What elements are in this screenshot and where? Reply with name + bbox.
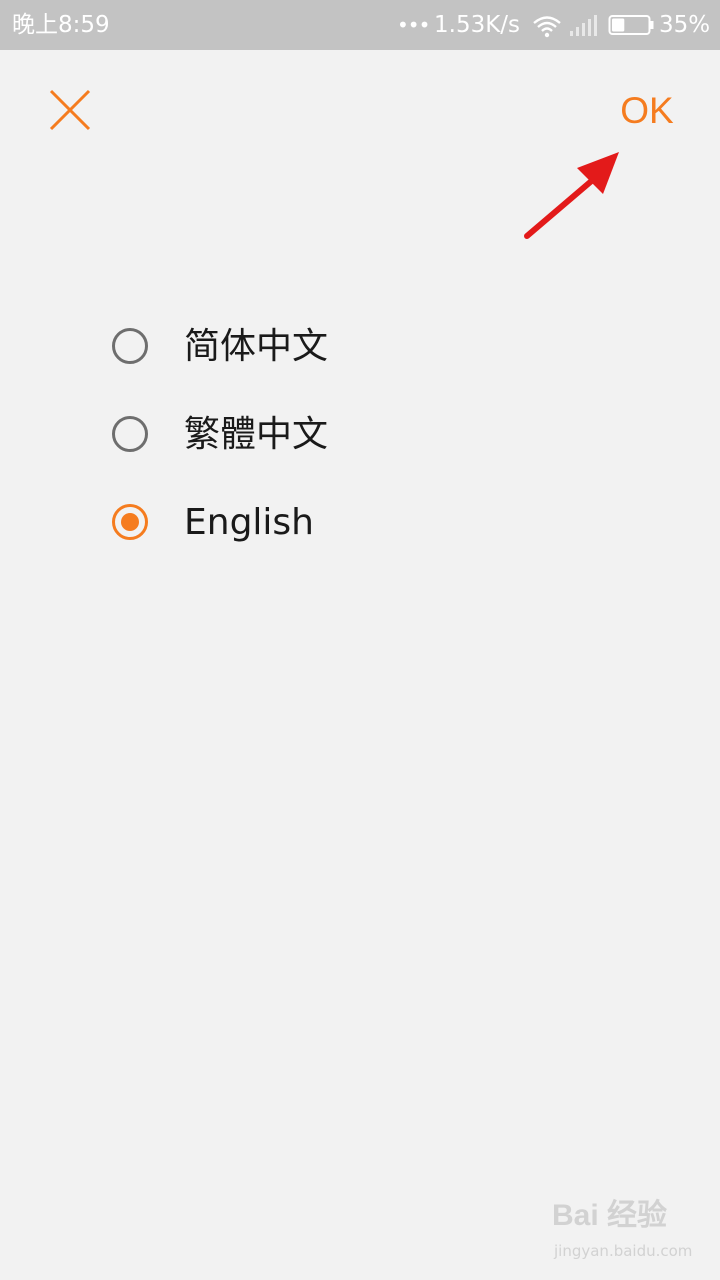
more-dots-icon: ••• [397, 13, 430, 37]
battery-percent: 35% [659, 12, 711, 38]
status-bar: 晚上8:59 ••• 1.53K/s 35% [0, 0, 720, 50]
language-option-english[interactable]: English [108, 492, 528, 556]
language-label: 繁體中文 [184, 414, 329, 455]
radio-unchecked-icon[interactable] [112, 416, 148, 452]
language-option-traditional-chinese[interactable]: 繁體中文 [108, 404, 528, 468]
close-icon [49, 89, 91, 131]
radio-dot [121, 513, 139, 531]
language-option-simplified-chinese[interactable]: 简体中文 [108, 316, 528, 380]
battery-icon [608, 15, 654, 35]
watermark-url: jingyan.baidu.com [554, 1242, 693, 1260]
close-button[interactable] [44, 84, 96, 136]
watermark-logo-text: Bai 经验 [552, 1199, 668, 1232]
signal-icon [570, 15, 597, 36]
annotation-arrow-icon [524, 152, 619, 239]
ok-button[interactable]: OK [612, 88, 682, 134]
language-label: 简体中文 [184, 326, 329, 367]
network-speed: 1.53K/s [434, 12, 521, 38]
wifi-icon [533, 16, 561, 38]
radio-unchecked-icon[interactable] [112, 328, 148, 364]
language-label: English [184, 502, 314, 543]
status-time: 晚上8:59 [12, 12, 110, 38]
radio-checked-icon[interactable] [112, 504, 148, 540]
baidu-jingyan-watermark: Bai 经验 jingyan.baidu.com [548, 1196, 708, 1268]
